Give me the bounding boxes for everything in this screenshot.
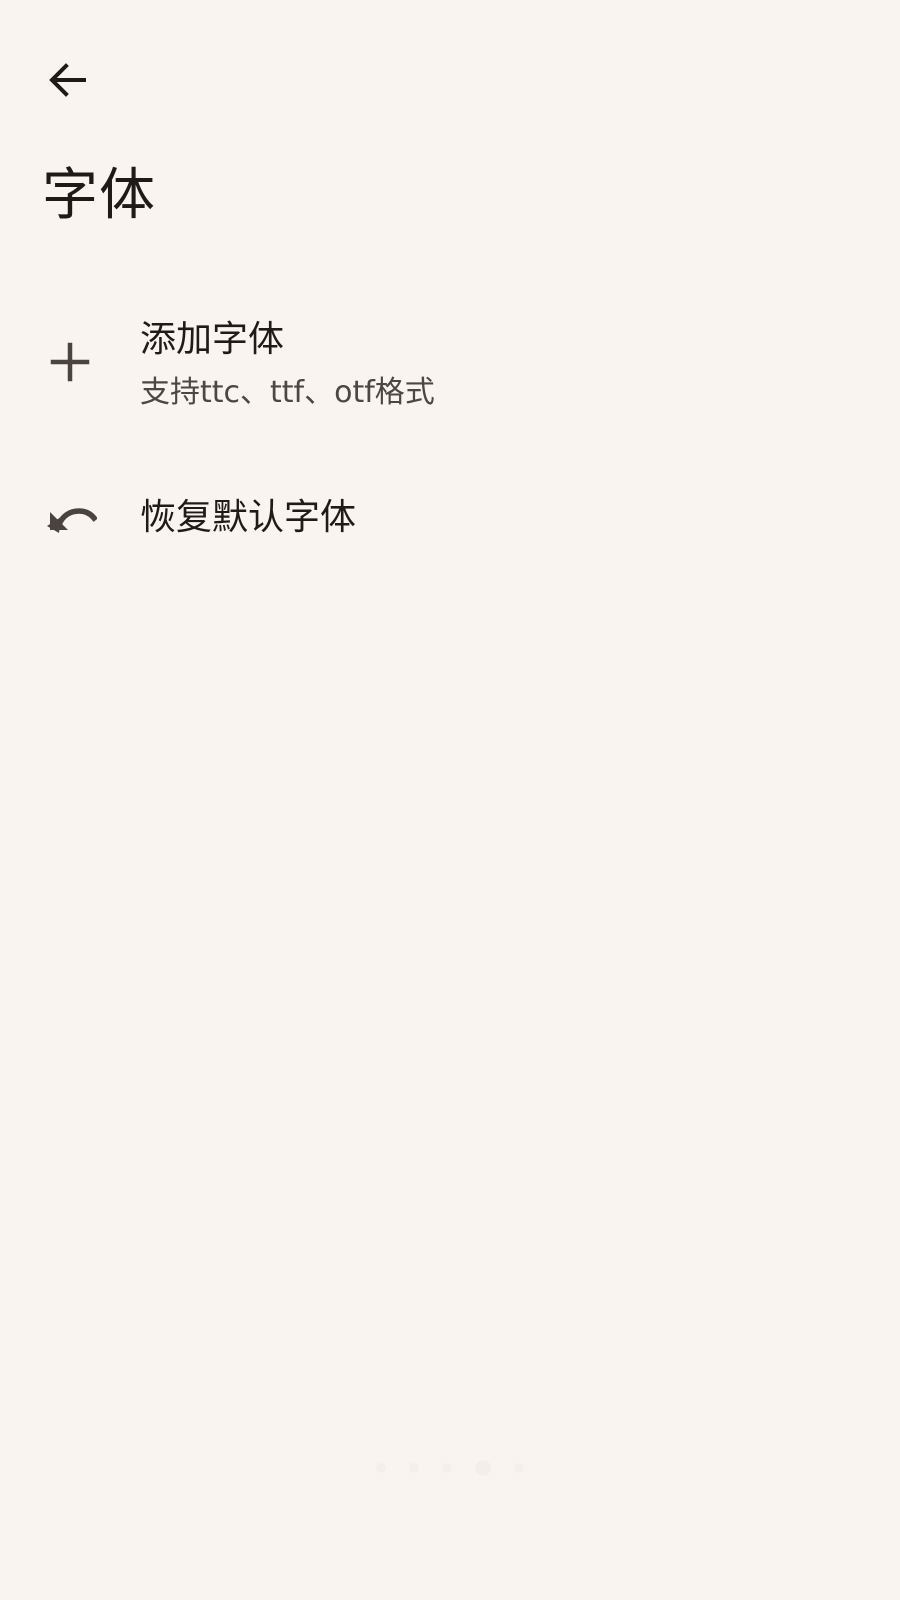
page-indicator-active-dot [475,1460,491,1476]
undo-icon [28,477,112,561]
restore-default-font-title: 恢复默认字体 [140,497,357,538]
page-indicator [376,1456,524,1480]
top-app-bar [0,0,900,150]
page-indicator-dot [442,1463,452,1473]
plus-icon [28,320,112,404]
page-indicator-dot [376,1463,386,1473]
page-indicator-dot [409,1463,419,1473]
page-title: 字体 [42,163,156,228]
add-font-item[interactable]: 添加字体 支持ttc、ttf、otf格式 [0,292,900,438]
supported-formats-text: 支持ttc、ttf、otf格式 [140,375,435,410]
font-settings-screen: 字体 添加字体 支持ttc、ttf、otf格式 恢复默认字体 [0,0,900,1600]
back-button[interactable] [28,40,108,120]
arrow-left-icon [44,56,92,104]
add-font-title: 添加字体 [140,319,285,360]
restore-default-font-item[interactable]: 恢复默认字体 [0,463,900,575]
page-indicator-dot [514,1463,524,1473]
